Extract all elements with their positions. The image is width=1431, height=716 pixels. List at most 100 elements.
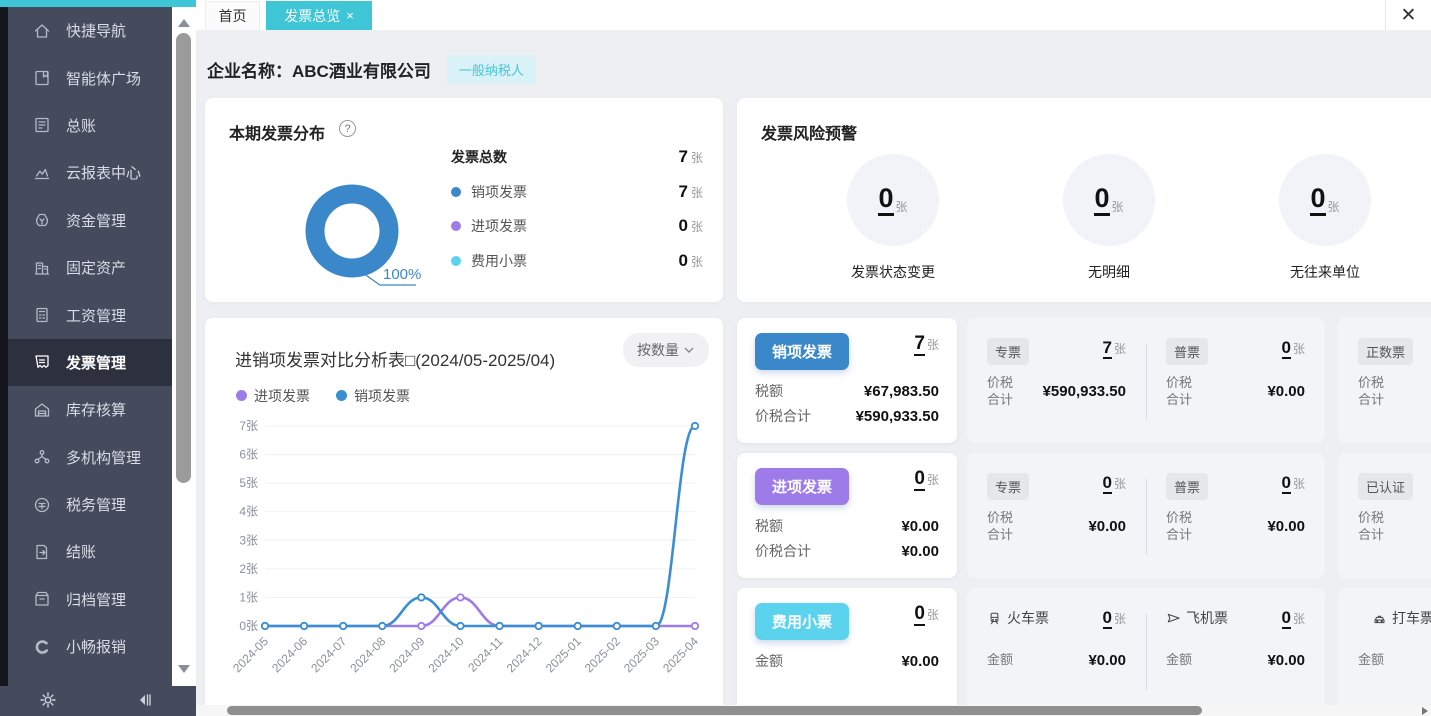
chevron-down-icon <box>683 344 695 356</box>
distribution-total-row: 发票总数 7张 <box>451 140 703 175</box>
category-button[interactable]: 进项发票 <box>755 468 849 505</box>
svg-text:0张: 0张 <box>239 619 258 633</box>
comparison-line-chart: 0张1张2张3张4张5张6张7张2024-052024-062024-07202… <box>219 414 713 716</box>
amount-value: ¥0.00 <box>1088 518 1126 535</box>
sidebar-item-fixed-assets[interactable]: 固定资产 <box>8 244 172 291</box>
collapse-sidebar-icon[interactable] <box>134 690 156 712</box>
amount-label: 价税合计 <box>987 510 1017 544</box>
category-button[interactable]: 费用小票 <box>755 603 849 640</box>
sub-stat: 火车票0张 金额 ¥0.00 <box>967 588 1146 713</box>
type-badge: 普票 <box>1166 473 1208 500</box>
svg-text:6张: 6张 <box>239 448 258 462</box>
svg-text:2024-05: 2024-05 <box>230 634 271 675</box>
taxpayer-type-badge: 一般纳税人 <box>447 55 536 84</box>
category-button[interactable]: 销项发票 <box>755 333 849 370</box>
window-left-edge <box>0 0 8 716</box>
amount-label: 税额 <box>755 381 783 401</box>
risk-circle: 0 张 <box>1063 154 1155 246</box>
sidebar-nav: 快捷导航 智能体广场 总账 云报表中心 资金管理 固定资产 工资管理 发票管理 … <box>8 7 172 716</box>
amount-label: 金额 <box>1358 652 1384 669</box>
train-icon <box>987 611 1002 626</box>
scroll-down-arrow-icon[interactable] <box>178 665 190 673</box>
invoice-risk-card: 发票风险预警 0 张 发票状态变更 0 张 无明细 0 张 无往来单位 <box>737 98 1431 302</box>
sidebar-scrollbar[interactable] <box>172 7 196 686</box>
panel-tail-card: 打车票 金额 <box>1338 588 1431 713</box>
panel-row: 销项发票 7张 税额¥67,983.50价税合计¥590,933.50 专票7张… <box>737 318 1431 443</box>
close-icon: ✕ <box>1401 4 1417 27</box>
settings-gear-icon[interactable] <box>38 690 60 712</box>
count-link[interactable]: 0张 <box>914 603 939 625</box>
sidebar-item-funds[interactable]: 资金管理 <box>8 197 172 244</box>
sidebar-item-payroll[interactable]: 工资管理 <box>8 291 172 338</box>
sidebar-item-invoice[interactable]: 发票管理 <box>8 339 172 386</box>
sidebar-item-inventory[interactable]: 库存核算 <box>8 386 172 433</box>
legend-dot <box>451 256 461 266</box>
sidebar-item-general-ledger[interactable]: 总账 <box>8 102 172 149</box>
panel-tail-card: 正数票 价税合计 ¥59 <box>1338 318 1431 443</box>
count-link[interactable]: 7张 <box>1103 340 1126 357</box>
amount-label: 税额 <box>755 516 783 536</box>
chart-card-title: 进销项发票对比分析表□(2024/05-2025/04) <box>235 346 555 371</box>
fixed-assets-icon <box>32 258 52 278</box>
svg-text:2025-03: 2025-03 <box>621 634 662 675</box>
count-link[interactable]: 0张 <box>1103 610 1126 627</box>
sidebar-item-label: 总账 <box>66 115 96 136</box>
amount-value: ¥0.00 <box>901 518 939 535</box>
sidebar-item-label: 库存核算 <box>66 399 126 420</box>
company-title: 企业名称：ABC酒业有限公司 <box>207 57 431 82</box>
sidebar-footer <box>0 686 196 716</box>
tab-home[interactable]: 首页 <box>205 1 260 30</box>
amount-label: 价税合计 <box>1166 510 1196 544</box>
count-link[interactable]: 0张 <box>1103 475 1126 492</box>
invoice-distribution-card: 本期发票分布 ? 100% 发票总数 7张 销项发票 7张 进项发票 0张 费用… <box>205 98 723 302</box>
amount-value: ¥0.00 <box>1088 652 1126 669</box>
window-close-button[interactable]: ✕ <box>1385 0 1431 30</box>
scroll-right-arrow-icon[interactable] <box>1422 707 1428 715</box>
amount-value: ¥0.00 <box>1267 383 1305 400</box>
sidebar-item-cloud-report[interactable]: 云报表中心 <box>8 149 172 196</box>
count-link[interactable]: 0张 <box>1282 610 1305 627</box>
sidebar-item-label: 归档管理 <box>66 589 126 610</box>
count-link[interactable]: 0张 <box>1282 475 1305 492</box>
horizontal-scrollbar-thumb[interactable] <box>227 706 1202 715</box>
closing-icon <box>32 542 52 562</box>
sidebar-top-accent-bar <box>0 0 196 7</box>
count-link[interactable]: 0张 <box>914 468 939 490</box>
sidebar-item-label: 税务管理 <box>66 494 126 515</box>
sidebar-item-multi-org[interactable]: 多机构管理 <box>8 434 172 481</box>
amount-label: 价税合计 <box>1358 375 1388 409</box>
amount-label: 价税合计 <box>755 406 811 426</box>
distribution-legend-row: 销项发票 7张 <box>451 175 703 210</box>
amount-label: 金额 <box>1166 652 1192 669</box>
plane-icon <box>1166 611 1181 626</box>
count-link[interactable]: 0张 <box>1282 340 1305 357</box>
ticket-type: 打车票 <box>1372 608 1431 628</box>
filter-by-quantity-dropdown[interactable]: 按数量 <box>623 333 709 367</box>
sidebar-item-agent-plaza[interactable]: 智能体广场 <box>8 54 172 101</box>
amount-value: ¥67,983.50 <box>864 383 939 400</box>
legend-item[interactable]: 销项发票 <box>336 386 410 406</box>
svg-text:2025-01: 2025-01 <box>543 634 584 675</box>
tab-invoice-overview[interactable]: 发票总览 × <box>266 1 372 30</box>
legend-dot <box>236 390 247 401</box>
amount-value: ¥0.00 <box>901 653 939 670</box>
scroll-up-arrow-icon[interactable] <box>178 19 190 27</box>
sidebar-item-xiaochang-logo[interactable]: 小畅报销 <box>8 623 172 670</box>
chart-legend: 进项发票 销项发票 <box>236 386 410 406</box>
amount-label: 价税合计 <box>1358 510 1388 544</box>
sidebar-item-archive[interactable]: 归档管理 <box>8 576 172 623</box>
sub-stat: 专票0张 价税合计 ¥0.00 <box>967 453 1146 578</box>
panel-sub-card: 火车票0张 金额 ¥0.00 飞机票 0张 金额 ¥0.00 <box>967 588 1325 713</box>
panel-main-card: 进项发票 0张 税额¥0.00价税合计¥0.00 <box>737 453 957 578</box>
horizontal-scrollbar[interactable] <box>196 705 1431 716</box>
risk-card-title: 发票风险预警 <box>761 120 857 144</box>
tab-close-icon[interactable]: × <box>346 9 354 22</box>
count-link[interactable]: 7张 <box>914 333 939 355</box>
funds-icon <box>32 210 52 230</box>
ticket-type: 飞机票 <box>1166 608 1228 628</box>
legend-item[interactable]: 进项发票 <box>236 386 310 406</box>
sidebar-item-closing[interactable]: 结账 <box>8 528 172 575</box>
sidebar-scrollbar-thumb[interactable] <box>176 33 191 483</box>
sidebar-item-home[interactable]: 快捷导航 <box>8 7 172 54</box>
sidebar-item-tax[interactable]: 税务管理 <box>8 481 172 528</box>
